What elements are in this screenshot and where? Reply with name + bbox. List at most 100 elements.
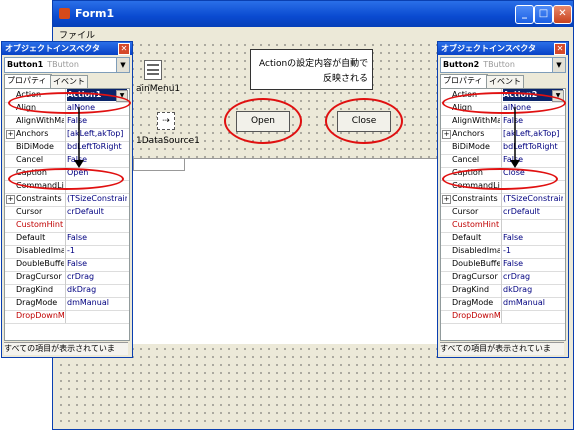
property-value[interactable]: (TSizeConstrair <box>67 193 127 205</box>
property-value[interactable]: False <box>503 258 563 270</box>
inspector-right-close-icon[interactable]: ✕ <box>554 43 566 55</box>
column-divider <box>501 284 502 297</box>
property-row[interactable]: + Constraints (TSizeConstrair <box>5 193 129 207</box>
column-divider <box>65 258 66 271</box>
property-row[interactable]: DragMode dmManual <box>441 297 565 311</box>
inspector-left-component-select[interactable]: Button1 TButton ▼ <box>4 57 130 73</box>
property-value[interactable]: False <box>67 258 127 270</box>
property-value[interactable]: crDrag <box>503 271 563 283</box>
property-value[interactable]: False <box>67 232 127 244</box>
property-row[interactable]: DisabledIma -1 <box>441 245 565 259</box>
tab-events[interactable]: イベント <box>486 75 524 88</box>
inspector-right-property-grid: Action Action2 ▼ Align alNone AlignWithMa Fals… <box>440 88 566 341</box>
tab-events[interactable]: イベント <box>50 75 88 88</box>
property-name: Cursor <box>16 207 43 216</box>
property-row[interactable]: + Constraints (TSizeConstrair <box>441 193 565 207</box>
property-value[interactable]: False <box>503 232 563 244</box>
property-value[interactable]: crDefault <box>67 206 127 218</box>
chevron-down-icon[interactable]: ▼ <box>116 58 129 72</box>
column-divider <box>501 193 502 206</box>
property-row[interactable]: Cancel False <box>5 154 129 168</box>
menu-file[interactable]: ファイル <box>59 28 95 41</box>
property-value[interactable]: False <box>503 115 563 127</box>
property-value[interactable]: dkDrag <box>67 284 127 296</box>
column-divider <box>501 128 502 141</box>
panel-header-row <box>133 158 185 171</box>
property-row[interactable]: Cancel False <box>441 154 565 168</box>
property-value[interactable]: crDefault <box>503 206 563 218</box>
inspector-right-status: すべての項目が表示されていま <box>440 342 564 355</box>
property-row[interactable]: + Anchors [akLeft,akTop] <box>441 128 565 142</box>
property-value[interactable]: False <box>67 154 127 166</box>
form1-titlebar[interactable]: Form1 _ □ ✕ <box>53 1 573 27</box>
property-row[interactable]: + Anchors [akLeft,akTop] <box>5 128 129 142</box>
mainmenu-component-icon[interactable] <box>144 60 162 80</box>
property-name: Default <box>16 233 46 242</box>
column-divider <box>501 154 502 167</box>
inspector-right-titlebar[interactable]: オブジェクトインスペクタ <box>438 42 568 55</box>
property-name: DragMode <box>452 298 494 307</box>
property-name: Cancel <box>452 155 480 164</box>
property-row[interactable]: Cursor crDefault <box>441 206 565 220</box>
property-value[interactable]: [akLeft,akTop] <box>503 128 563 140</box>
property-name: DisabledIma <box>452 246 500 255</box>
close-window-button[interactable]: ✕ <box>553 5 572 24</box>
property-value[interactable]: dmManual <box>503 297 563 309</box>
property-row[interactable]: DragCursor crDrag <box>5 271 129 285</box>
property-value[interactable]: crDrag <box>67 271 127 283</box>
datasource-label: 1DataSource1 <box>136 136 200 146</box>
property-value[interactable]: -1 <box>503 245 563 257</box>
expand-icon[interactable]: + <box>442 130 451 139</box>
property-row[interactable]: BiDiMode bdLeftToRight <box>5 141 129 155</box>
property-row[interactable]: DoubleBuffe False <box>5 258 129 272</box>
callout-line-2: 反映される <box>323 74 369 84</box>
property-row[interactable]: BiDiMode bdLeftToRight <box>441 141 565 155</box>
inspector-left-titlebar[interactable]: オブジェクトインスペクタ <box>2 42 132 55</box>
property-row[interactable]: Cursor crDefault <box>5 206 129 220</box>
datasource-component-icon[interactable]: ⇢ <box>157 112 175 130</box>
property-value[interactable]: dmManual <box>67 297 127 309</box>
expand-icon[interactable]: + <box>6 130 15 139</box>
property-value[interactable]: [akLeft,akTop] <box>67 128 127 140</box>
property-value[interactable]: False <box>67 115 127 127</box>
property-row[interactable]: AlignWithMa False <box>441 115 565 129</box>
expand-icon[interactable]: + <box>442 195 451 204</box>
tab-properties[interactable]: プロパティ <box>4 74 52 89</box>
property-row[interactable]: CustomHint <box>5 219 129 233</box>
callout-box: Actionの設定内容が自動で 反映される <box>250 49 373 90</box>
property-row[interactable]: DragMode dmManual <box>5 297 129 311</box>
property-row[interactable]: CustomHint <box>441 219 565 233</box>
property-name: AlignWithMa <box>16 116 64 125</box>
minimize-button[interactable]: _ <box>515 5 534 24</box>
mainmenu-label: ainMenu1 <box>136 84 181 94</box>
maximize-button[interactable]: □ <box>534 5 553 24</box>
property-row[interactable]: DragKind dkDrag <box>5 284 129 298</box>
property-value[interactable]: False <box>503 154 563 166</box>
property-row[interactable]: Default False <box>5 232 129 246</box>
property-value[interactable]: bdLeftToRight <box>67 141 127 153</box>
column-divider <box>65 141 66 154</box>
inspector-left-close-icon[interactable]: ✕ <box>118 43 130 55</box>
property-name: Cursor <box>452 207 479 216</box>
property-row[interactable]: DropDownM <box>5 310 129 324</box>
property-name: AlignWithMa <box>452 116 500 125</box>
property-row[interactable]: DropDownM <box>441 310 565 324</box>
property-row[interactable]: DisabledIma -1 <box>5 245 129 259</box>
inspector-right-component-select[interactable]: Button2 TButton ▼ <box>440 57 566 73</box>
property-value[interactable]: dkDrag <box>503 284 563 296</box>
chevron-down-icon[interactable]: ▼ <box>552 58 565 72</box>
window-title: Form1 <box>75 7 115 20</box>
tab-properties[interactable]: プロパティ <box>440 74 488 89</box>
property-value[interactable]: (TSizeConstrair <box>503 193 563 205</box>
property-row[interactable]: AlignWithMa False <box>5 115 129 129</box>
property-row[interactable]: DragKind dkDrag <box>441 284 565 298</box>
column-divider <box>65 271 66 284</box>
property-name: DropDownM <box>452 311 500 320</box>
expand-icon[interactable]: + <box>6 195 15 204</box>
property-value[interactable]: bdLeftToRight <box>503 141 563 153</box>
property-row[interactable]: DoubleBuffe False <box>441 258 565 272</box>
property-value[interactable]: -1 <box>67 245 127 257</box>
object-inspector-right: オブジェクトインスペクタ ✕ Button2 TButton ▼ プロパティ イベ… <box>437 41 569 358</box>
property-row[interactable]: DragCursor crDrag <box>441 271 565 285</box>
property-row[interactable]: Default False <box>441 232 565 246</box>
